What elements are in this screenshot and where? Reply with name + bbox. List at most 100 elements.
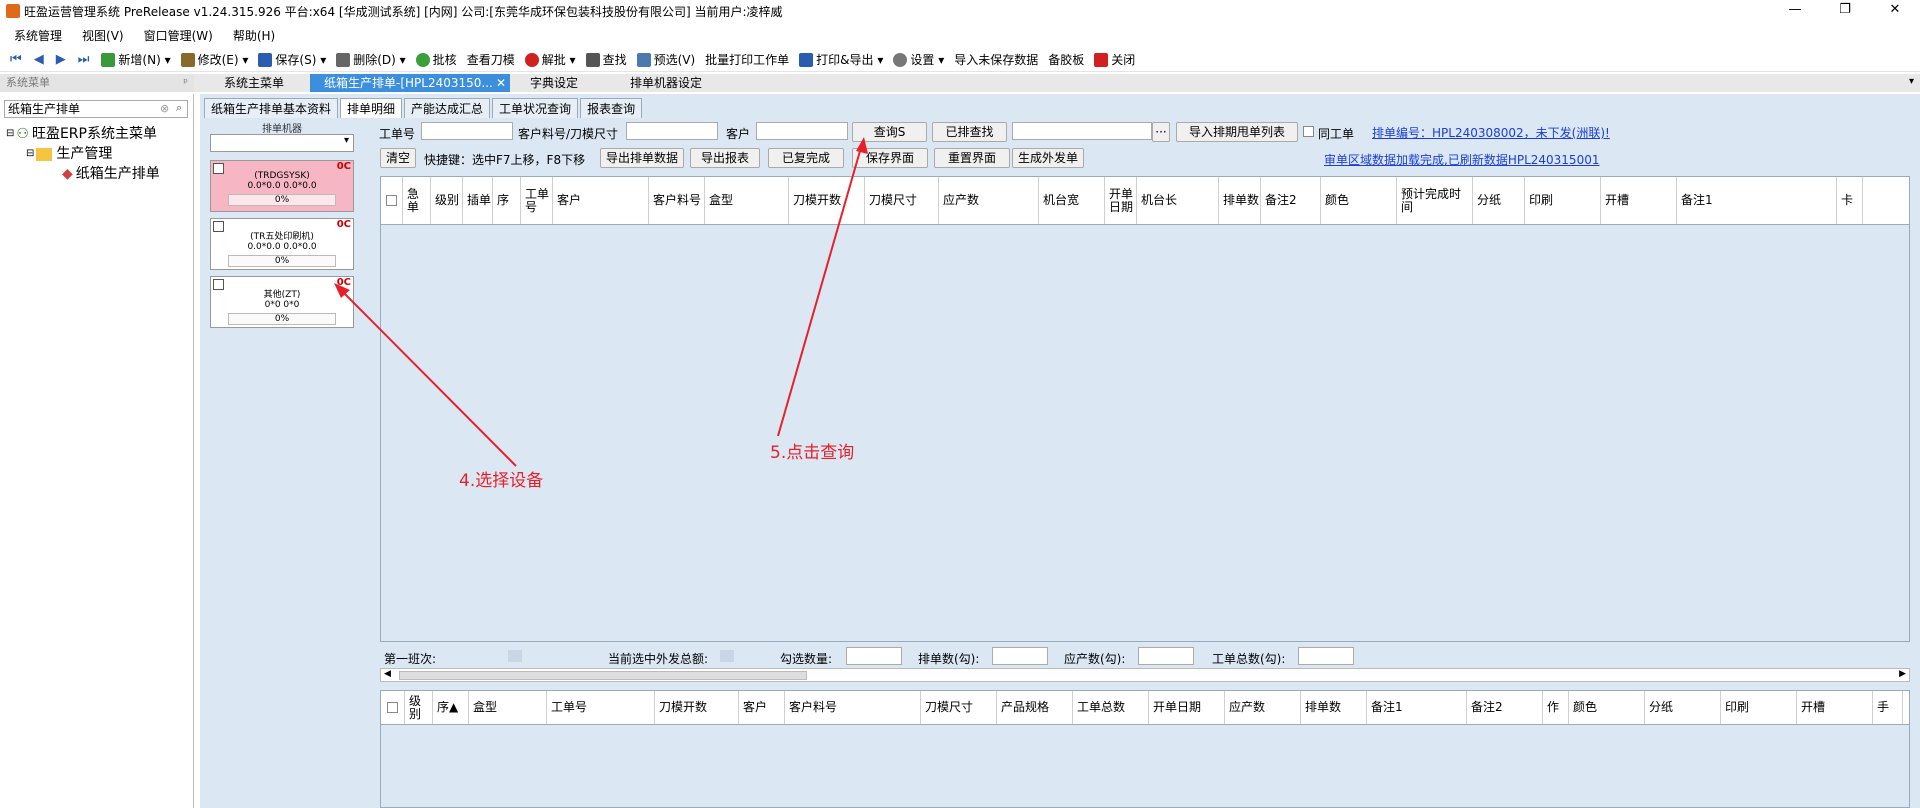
column-header-select[interactable] bbox=[381, 691, 405, 724]
last-record-icon[interactable]: ⏭ bbox=[78, 52, 90, 67]
column-header[interactable]: 客户料号 bbox=[785, 691, 921, 724]
gen-outsource-button[interactable]: 生成外发单 bbox=[1012, 148, 1084, 168]
minimize-button[interactable]: — bbox=[1770, 0, 1820, 22]
column-header[interactable]: 开槽 bbox=[1797, 691, 1873, 724]
subtab-capacity[interactable]: 产能达成汇总 bbox=[404, 98, 491, 118]
query-button[interactable]: 查询S bbox=[852, 122, 927, 142]
machine-checkbox[interactable] bbox=[213, 163, 224, 174]
select-all-checkbox[interactable] bbox=[386, 195, 397, 206]
collapse-icon[interactable]: ⊟ bbox=[26, 144, 34, 164]
column-header[interactable]: 手 bbox=[1873, 691, 1903, 724]
save-view-button[interactable]: 保存界面 bbox=[852, 148, 928, 168]
print-export-button[interactable]: 打印&导出 ▾ bbox=[799, 51, 883, 68]
search-icon[interactable]: ⌕ bbox=[176, 101, 182, 115]
column-header[interactable]: 盒型 bbox=[469, 691, 547, 724]
clear-button[interactable]: 清空 bbox=[380, 148, 416, 168]
subtab-schedule-detail[interactable]: 排单明细 bbox=[340, 98, 403, 118]
column-header[interactable]: 预计完成时间 bbox=[1397, 177, 1473, 224]
column-header[interactable]: 开单日期 bbox=[1149, 691, 1225, 724]
collapse-icon[interactable]: ⊟ bbox=[6, 124, 14, 144]
status-link[interactable]: 审单区域数据加载完成,已刷新数据HPL240315001 bbox=[1324, 151, 1599, 168]
preselect-button[interactable]: 预选(V) bbox=[636, 51, 695, 68]
column-header[interactable]: 客户 bbox=[739, 691, 785, 724]
column-header[interactable]: 机台宽 bbox=[1039, 177, 1105, 224]
column-header[interactable]: 刀模开数 bbox=[789, 177, 865, 224]
column-header[interactable]: 序▲ bbox=[433, 691, 469, 724]
prep-board-button[interactable]: 备胶板 bbox=[1048, 51, 1084, 68]
machine-card[interactable]: 0C 其他(ZT) 0*0 0*0 0% bbox=[210, 276, 354, 328]
tabs-dropdown-icon[interactable]: ▾ bbox=[1909, 76, 1914, 87]
column-header[interactable]: 机台长 bbox=[1137, 177, 1219, 224]
column-header[interactable]: 级别 bbox=[405, 691, 433, 724]
column-header[interactable]: 急单 bbox=[403, 177, 431, 224]
machine-card[interactable]: 0C (TR五处印刷机) 0.0*0.0 0.0*0.0 0% bbox=[210, 218, 354, 270]
column-header[interactable]: 客户料号 bbox=[649, 177, 705, 224]
column-header[interactable]: 序 bbox=[493, 177, 521, 224]
column-header[interactable]: 颜色 bbox=[1321, 177, 1397, 224]
next-record-icon[interactable]: ▶ bbox=[56, 52, 66, 67]
export-report-button[interactable]: 导出报表 bbox=[690, 148, 760, 168]
column-header[interactable]: 插单 bbox=[463, 177, 493, 224]
batch-print-button[interactable]: 批量打印工作单 bbox=[705, 51, 789, 68]
column-header[interactable]: 排单数 bbox=[1219, 177, 1261, 224]
machine-checkbox[interactable] bbox=[213, 279, 224, 290]
column-header[interactable]: 工单号 bbox=[547, 691, 655, 724]
cust-item-input[interactable] bbox=[626, 122, 718, 140]
save-button[interactable]: 保存(S) ▾ bbox=[258, 51, 326, 68]
column-header[interactable]: 产品规格 bbox=[997, 691, 1073, 724]
subtab-report[interactable]: 报表查询 bbox=[580, 98, 643, 118]
machine-checkbox[interactable] bbox=[213, 221, 224, 232]
column-header[interactable]: 客户 bbox=[553, 177, 649, 224]
column-header[interactable]: 作 bbox=[1543, 691, 1569, 724]
tree-folder-production[interactable]: ⊟ 生产管理 bbox=[6, 144, 160, 164]
delete-button[interactable]: 删除(D) ▾ bbox=[336, 51, 406, 68]
close-window-button[interactable]: ✕ bbox=[1870, 0, 1920, 22]
column-header[interactable]: 开槽 bbox=[1601, 177, 1677, 224]
subtab-basic-info[interactable]: 纸箱生产排单基本资料 bbox=[204, 98, 339, 118]
tree-root[interactable]: ⊟ ⚇ 旺盈ERP系统主菜单 bbox=[6, 124, 160, 144]
horizontal-scrollbar[interactable]: ◀ ▶ bbox=[380, 668, 1910, 682]
tab-close-icon[interactable]: ✕ bbox=[496, 74, 506, 92]
column-header-select[interactable] bbox=[381, 177, 403, 224]
menu-help[interactable]: 帮助(H) bbox=[233, 27, 275, 44]
customer-input[interactable] bbox=[756, 122, 848, 140]
menu-system[interactable]: 系统管理 bbox=[14, 27, 62, 44]
export-data-button[interactable]: 导出排单数据 bbox=[600, 148, 684, 168]
tab-main-menu[interactable]: 系统主菜单 bbox=[210, 74, 298, 92]
clear-search-icon[interactable]: ⊗ bbox=[160, 102, 169, 115]
column-header[interactable]: 备注1 bbox=[1677, 177, 1837, 224]
scroll-right-icon[interactable]: ▶ bbox=[1899, 669, 1906, 679]
column-header[interactable]: 工单总数 bbox=[1073, 691, 1149, 724]
column-header[interactable]: 应产数 bbox=[1225, 691, 1301, 724]
scroll-thumb[interactable] bbox=[399, 671, 807, 680]
maximize-button[interactable]: ❐ bbox=[1820, 0, 1870, 22]
column-header[interactable]: 备注1 bbox=[1367, 691, 1467, 724]
tab-machine-settings[interactable]: 排单机器设定 bbox=[616, 74, 716, 92]
subtab-order-status[interactable]: 工单状况查询 bbox=[492, 98, 579, 118]
approve-button[interactable]: 批核 bbox=[415, 51, 457, 68]
import-unsaved-button[interactable]: 导入未保存数据 bbox=[954, 51, 1038, 68]
find-button[interactable]: 查找 bbox=[585, 51, 627, 68]
menu-view[interactable]: 视图(V) bbox=[82, 27, 124, 44]
column-header[interactable]: 分纸 bbox=[1645, 691, 1721, 724]
tab-dictionary[interactable]: 字典设定 bbox=[516, 74, 592, 92]
column-header[interactable]: 印刷 bbox=[1721, 691, 1797, 724]
prev-record-icon[interactable]: ◀ bbox=[34, 52, 44, 67]
add-button[interactable]: 新增(N) ▾ bbox=[101, 51, 171, 68]
column-header[interactable]: 排单数 bbox=[1301, 691, 1367, 724]
machine-select[interactable] bbox=[210, 134, 354, 152]
import-list-button[interactable]: 导入排期甩单列表 bbox=[1176, 122, 1298, 142]
reset-view-button[interactable]: 重置界面 bbox=[934, 148, 1010, 168]
column-header[interactable]: 级别 bbox=[431, 177, 463, 224]
column-header[interactable]: 开单日期 bbox=[1105, 177, 1137, 224]
view-die-button[interactable]: 查看刀模 bbox=[467, 51, 515, 68]
schedule-select-input[interactable] bbox=[1012, 122, 1152, 140]
queried-button[interactable]: 已排查找 bbox=[932, 122, 1007, 142]
column-header[interactable]: 备注2 bbox=[1261, 177, 1321, 224]
column-header[interactable]: 刀模尺寸 bbox=[921, 691, 997, 724]
column-header[interactable]: 刀模开数 bbox=[655, 691, 739, 724]
unapprove-button[interactable]: 解批 ▾ bbox=[524, 51, 576, 68]
done-button[interactable]: 已复完成 bbox=[768, 148, 844, 168]
scroll-left-icon[interactable]: ◀ bbox=[384, 669, 391, 679]
select-all-checkbox[interactable] bbox=[387, 702, 398, 713]
